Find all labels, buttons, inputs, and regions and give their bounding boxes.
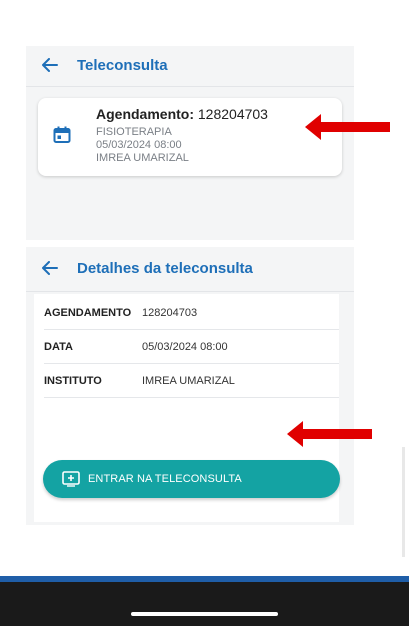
datetime-text: 05/03/2024 08:00 [96, 139, 182, 151]
calendar-icon [53, 126, 71, 144]
detail-row-data: DATA 05/03/2024 08:00 [44, 330, 339, 364]
home-indicator[interactable] [131, 612, 278, 616]
detail-value: IMREA UMARIZAL [142, 374, 235, 387]
detail-row-agendamento: AGENDAMENTO 128204703 [44, 296, 339, 330]
divider [26, 86, 354, 87]
divider [26, 291, 354, 292]
appointment-card[interactable]: Agendamento: 128204703 FISIOTERAPIA 05/0… [38, 98, 342, 176]
enter-teleconsulta-label: ENTRAR NA TELECONSULTA [88, 473, 242, 485]
back-arrow-icon[interactable] [39, 54, 61, 76]
scrollbar[interactable] [402, 447, 405, 557]
app-bar: Detalhes da teleconsulta [26, 249, 354, 287]
red-arrow-annotation [286, 420, 374, 453]
system-navigation-bar [0, 582, 409, 626]
details-panel: AGENDAMENTO 128204703 DATA 05/03/2024 08… [34, 294, 340, 522]
appointment-label: Agendamento: [96, 106, 194, 122]
appointment-number: 128204703 [197, 106, 268, 122]
detail-value: 05/03/2024 08:00 [142, 340, 228, 353]
enter-teleconsulta-button[interactable]: ENTRAR NA TELECONSULTA [43, 460, 340, 498]
detail-key: AGENDAMENTO [44, 306, 132, 319]
appointment-heading: Agendamento: 128204703 [96, 106, 268, 122]
detail-value: 128204703 [142, 306, 198, 319]
app-bar: Teleconsulta [26, 46, 354, 84]
detail-key: DATA [44, 340, 73, 353]
detail-row-instituto: INSTITUTO IMREA UMARIZAL [44, 364, 339, 398]
detail-key: INSTITUTO [44, 374, 102, 387]
teleconsulta-details-screen: Detalhes da teleconsulta AGENDAMENTO 128… [26, 247, 354, 525]
plus-box-icon [62, 471, 80, 487]
red-arrow-annotation [304, 113, 392, 146]
page-title: Teleconsulta [77, 56, 168, 74]
specialty-text: FISIOTERAPIA [96, 126, 172, 138]
page-title: Detalhes da teleconsulta [77, 259, 253, 277]
institute-text: IMREA UMARIZAL [96, 152, 189, 164]
page: Teleconsulta Agendamento: 128204703 FISI… [0, 0, 409, 626]
back-arrow-icon[interactable] [39, 257, 61, 279]
